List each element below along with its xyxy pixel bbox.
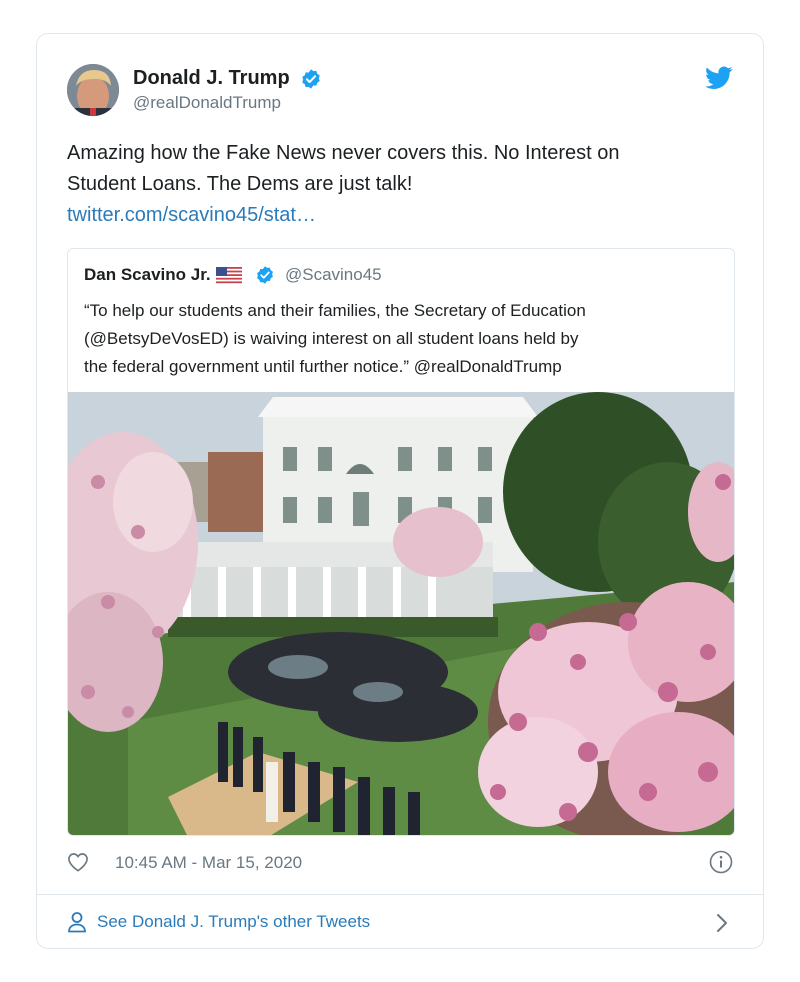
person-icon	[68, 912, 86, 933]
tweet-card: Donald J. Trump @realDonaldTrump Amazing…	[36, 33, 764, 949]
verified-badge-icon	[302, 68, 320, 89]
author-handle[interactable]: @realDonaldTrump	[133, 93, 322, 113]
heart-icon[interactable]	[67, 852, 89, 872]
see-other-tweets-link[interactable]: See Donald J. Trump's other Tweets	[67, 906, 733, 940]
twitter-bird-icon[interactable]	[705, 66, 733, 90]
rose-garden-press-event-photo[interactable]	[68, 392, 735, 836]
tweet-text: Amazing how the Fake News never covers t…	[67, 138, 727, 231]
author-names: Donald J. Trump @realDonaldTrump	[133, 67, 322, 113]
footer-divider	[37, 894, 763, 895]
tweet-link[interactable]: twitter.com/scavino45/stat…	[67, 200, 727, 231]
quoted-text-line: the federal government until further not…	[84, 357, 562, 376]
quoted-text-line: “To help our students and their families…	[84, 301, 586, 320]
verified-badge-icon	[256, 266, 273, 284]
tweet-text-line: Student Loans. The Dems are just talk!	[67, 173, 413, 195]
tweet-timestamp[interactable]: 10:45 AM - Mar 15, 2020	[115, 853, 302, 873]
tweet-header: Donald J. Trump @realDonaldTrump	[67, 64, 733, 120]
quoted-author-handle[interactable]: @Scavino45	[285, 265, 382, 285]
chevron-right-icon[interactable]	[715, 912, 729, 934]
info-icon[interactable]	[709, 850, 733, 874]
quoted-text-line: (@BetsyDeVosED) is waiving interest on a…	[84, 329, 579, 348]
quoted-author-display-name[interactable]: Dan Scavino Jr.	[84, 265, 211, 285]
see-other-tweets-label[interactable]: See Donald J. Trump's other Tweets	[97, 912, 370, 932]
us-flag-icon	[216, 266, 243, 284]
quoted-tweet-text: “To help our students and their families…	[84, 297, 724, 381]
quoted-tweet[interactable]: Dan Scavino Jr. @Scavino45 “To help our …	[67, 248, 735, 836]
tweet-meta: 10:45 AM - Mar 15, 2020	[67, 850, 733, 876]
avatar-photo	[67, 64, 119, 116]
author-display-name[interactable]: Donald J. Trump	[133, 67, 290, 90]
avatar[interactable]	[67, 64, 119, 116]
quoted-tweet-header: Dan Scavino Jr. @Scavino45	[84, 265, 382, 289]
tweet-text-line: Amazing how the Fake News never covers t…	[67, 142, 620, 164]
